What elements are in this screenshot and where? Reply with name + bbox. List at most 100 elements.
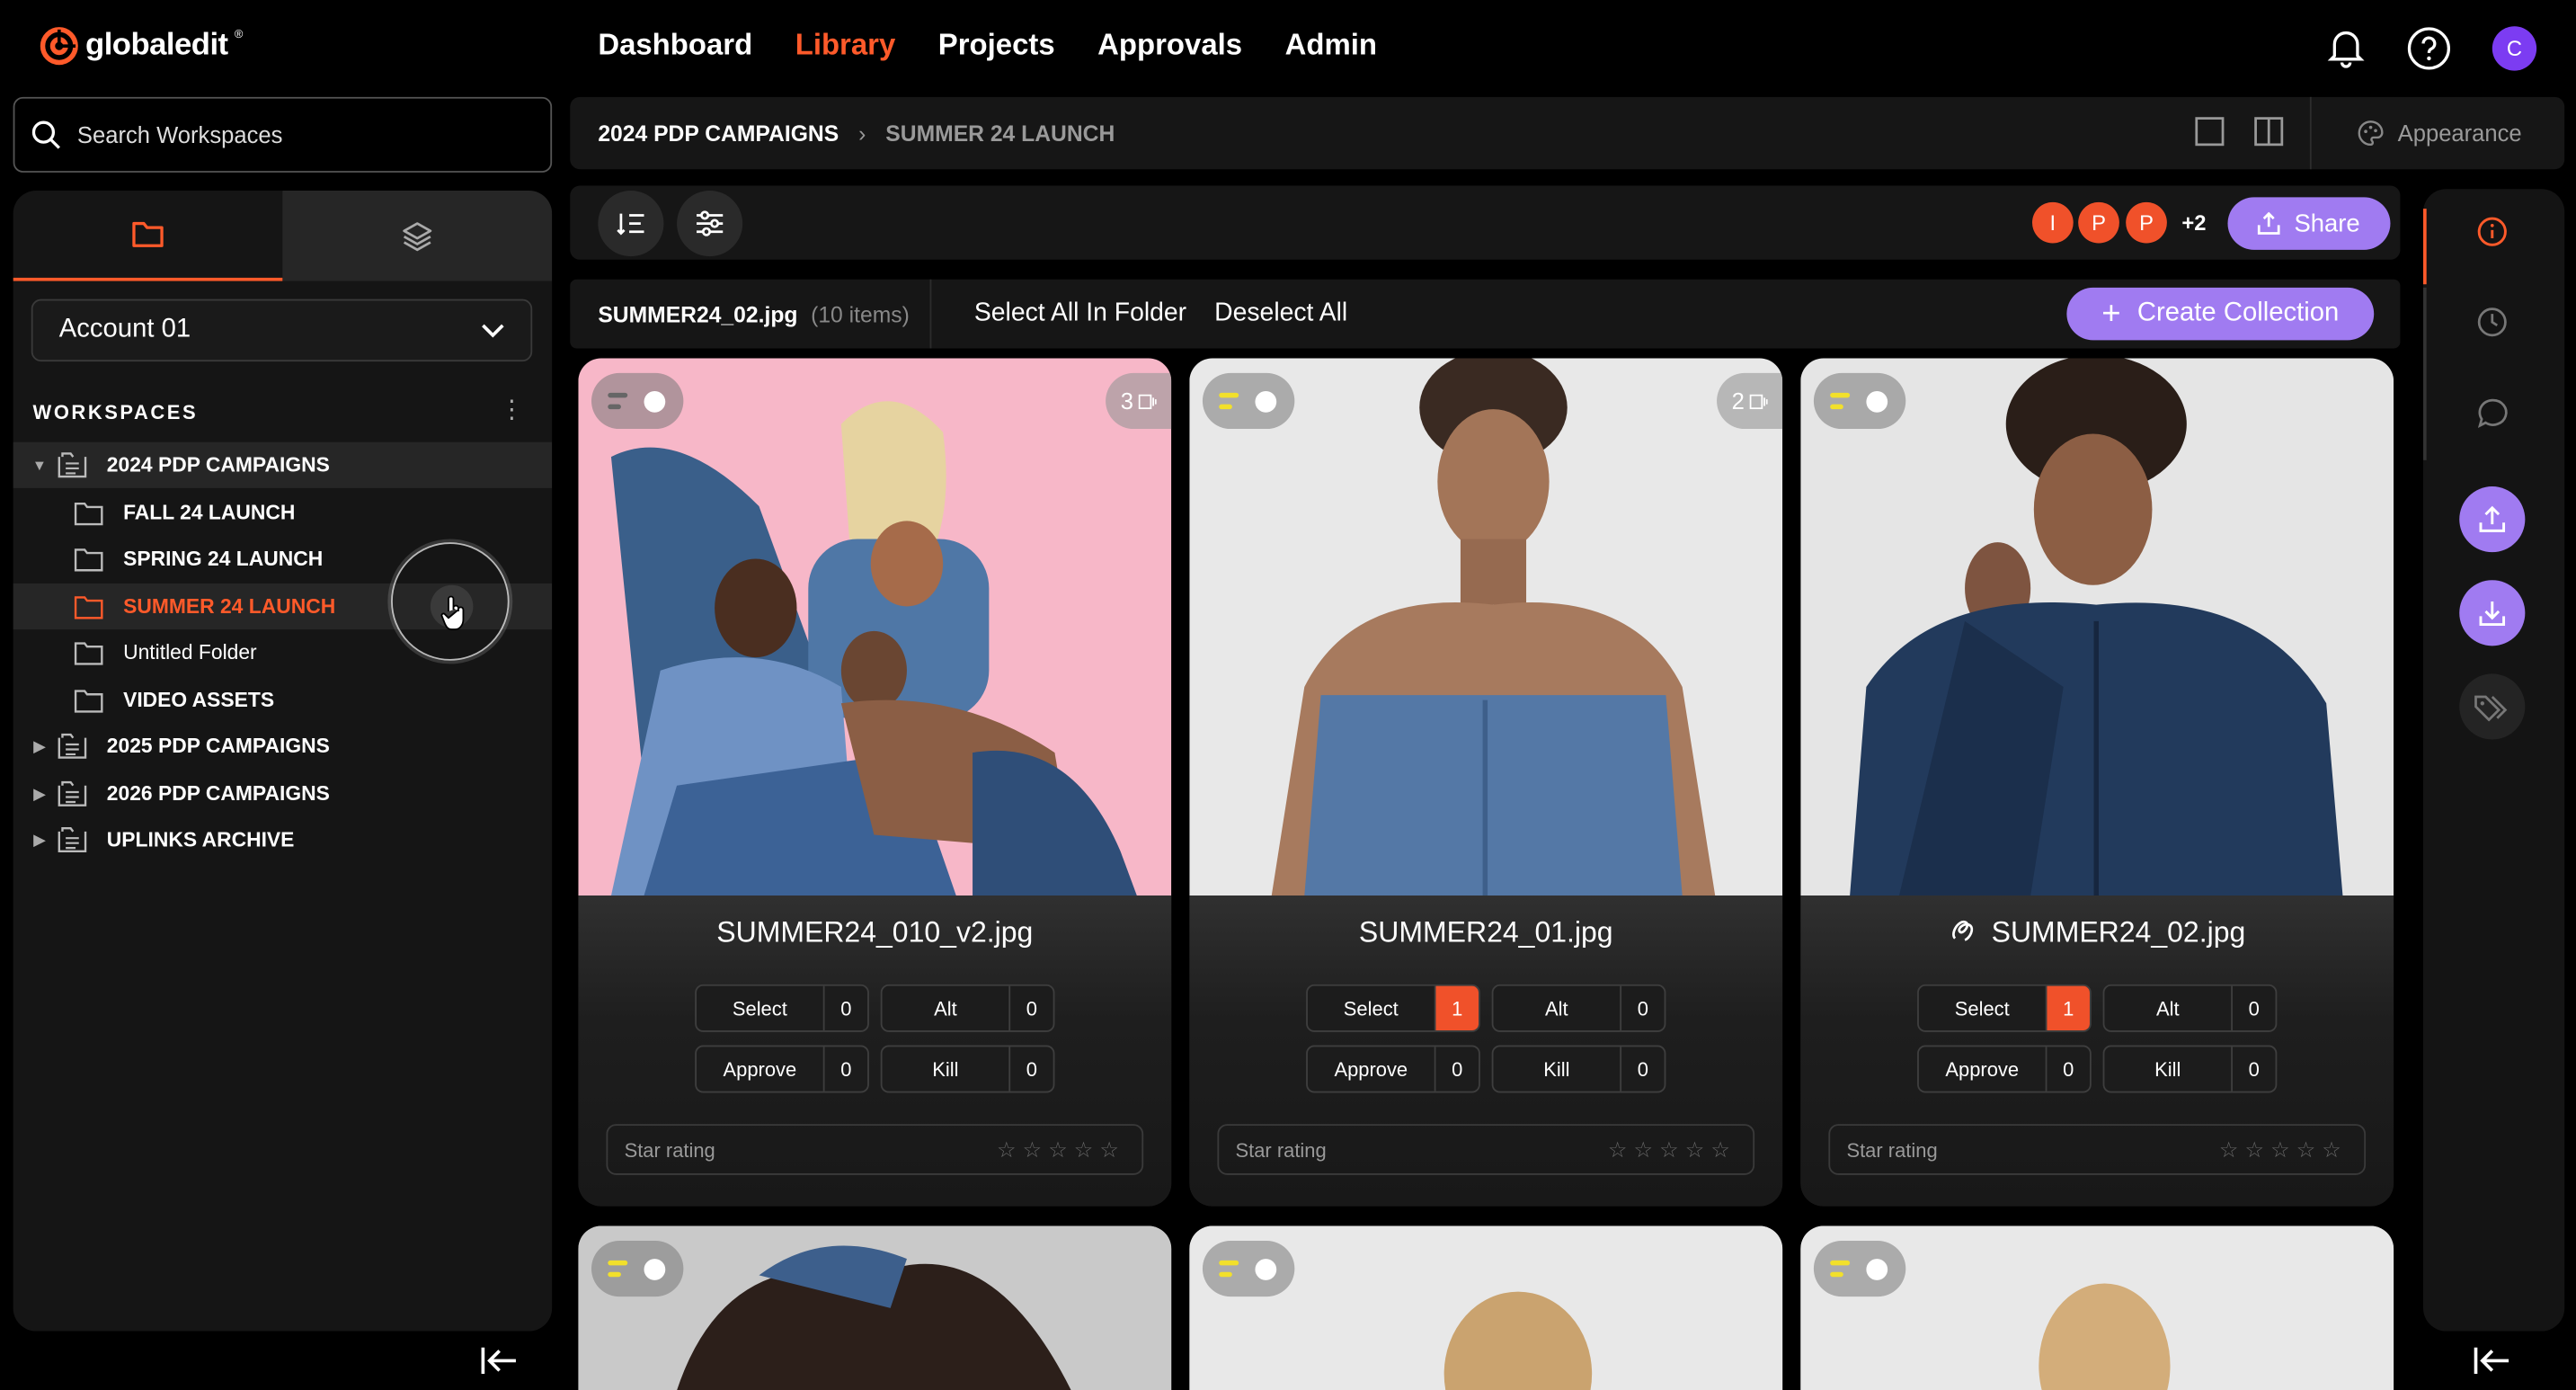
photo-denim-jacket-image	[1800, 358, 2394, 896]
info-icon[interactable]	[2459, 199, 2525, 264]
approve-vote-button[interactable]: Approve 0	[1917, 1045, 2092, 1093]
workspaces-more-icon[interactable]: ⋮	[500, 395, 524, 424]
nav-admin[interactable]: Admin	[1285, 28, 1377, 62]
versions-icon	[1749, 393, 1768, 409]
tree-item-2025-pdp-campaigns[interactable]: ▶ 2025 PDP CAMPAIGNS	[13, 723, 553, 769]
hand-cursor-icon	[440, 595, 465, 630]
asset-thumbnail[interactable]	[1800, 358, 2394, 896]
collaborator-avatar[interactable]: I	[2032, 201, 2074, 244]
kill-vote-button[interactable]: Kill 0	[1491, 1045, 1666, 1093]
select-vote-button[interactable]: Select 1	[1917, 984, 2092, 1032]
account-select[interactable]: Account 01	[31, 298, 533, 362]
download-button[interactable]	[2459, 580, 2526, 646]
alt-vote-button[interactable]: Alt 0	[2102, 984, 2278, 1032]
nav-library[interactable]: Library	[795, 28, 896, 62]
selected-file: SUMMER24_02.jpg (10 items)	[570, 279, 932, 349]
kill-vote-button[interactable]: Kill 0	[880, 1045, 1055, 1093]
appearance-button[interactable]: Appearance	[2310, 96, 2564, 170]
stars-icon[interactable]: ☆☆☆☆☆	[997, 1136, 1125, 1163]
share-button[interactable]: Share	[2227, 197, 2391, 250]
folder-icon	[74, 546, 107, 572]
search-workspaces-input[interactable]: Search Workspaces	[13, 96, 553, 173]
select-all-button[interactable]: Select All In Folder	[974, 299, 1186, 329]
single-view-icon[interactable]	[2176, 116, 2245, 150]
asset-card[interactable]	[578, 1225, 1172, 1390]
select-vote-button[interactable]: Select 1	[1306, 984, 1480, 1032]
version-count-value: 2	[1731, 388, 1745, 414]
status-dot	[1866, 390, 1888, 412]
status-toggle[interactable]	[1202, 1240, 1295, 1297]
star-rating[interactable]: Star rating ☆☆☆☆☆	[606, 1124, 1144, 1175]
tree-item-video-assets[interactable]: VIDEO ASSETS	[13, 677, 553, 723]
caret-right-icon[interactable]: ▶	[28, 737, 51, 755]
tree-item-label: 2025 PDP CAMPAIGNS	[106, 735, 330, 758]
create-collection-button[interactable]: + Create Collection	[2066, 287, 2375, 341]
history-icon[interactable]	[2459, 290, 2525, 355]
kill-vote-button[interactable]: Kill 0	[2102, 1045, 2278, 1093]
nav-projects[interactable]: Projects	[938, 28, 1055, 62]
collaborator-avatar[interactable]: P	[2078, 201, 2119, 244]
version-count[interactable]: 3	[1106, 372, 1172, 430]
upload-button[interactable]	[2459, 486, 2526, 553]
star-rating[interactable]: Star rating ☆☆☆☆☆	[1217, 1124, 1755, 1175]
vote-count: 0	[1026, 996, 1037, 1020]
tree-item-fall-24-launch[interactable]: FALL 24 LAUNCH	[13, 490, 553, 536]
select-vote-button[interactable]: Select 0	[695, 984, 869, 1032]
status-toggle[interactable]	[1813, 372, 1906, 430]
tab-folders[interactable]	[13, 191, 283, 281]
item-count: (10 items)	[811, 301, 910, 326]
version-count[interactable]: 2	[1717, 372, 1783, 430]
asset-card[interactable]: 2 SUMMER24_01.jpg Select 1 Alt 0 Approve 0 …	[1189, 358, 1783, 1207]
share-icon	[2258, 211, 2281, 235]
tree-item-label: 2026 PDP CAMPAIGNS	[106, 782, 330, 806]
tags-button[interactable]	[2459, 673, 2526, 740]
approve-vote-button[interactable]: Approve 0	[695, 1045, 869, 1093]
asset-card[interactable]: SUMMER24_02.jpg Select 1 Alt 0 Approve 0 Ki…	[1800, 358, 2394, 1207]
tab-layers[interactable]	[282, 191, 553, 281]
star-rating[interactable]: Star rating ☆☆☆☆☆	[1828, 1124, 2367, 1175]
logo[interactable]: globaledit ®	[40, 23, 243, 69]
breadcrumb-root[interactable]: 2024 PDP CAMPAIGNS	[598, 120, 839, 145]
caret-right-icon[interactable]: ▶	[28, 831, 51, 849]
more-collaborators[interactable]: +2	[2181, 210, 2206, 235]
asset-card[interactable]: 3 SUMMER24_010_v2.jpg Select 0 Alt 0 Appro…	[578, 358, 1172, 1207]
alt-vote-button[interactable]: Alt 0	[1491, 984, 1666, 1032]
notifications-bell-icon[interactable]	[2323, 24, 2369, 70]
filter-button[interactable]	[677, 191, 743, 257]
alt-vote-button[interactable]: Alt 0	[880, 984, 1055, 1032]
workspace-panel: Account 01 WORKSPACES ⋮ ▼ 2024 PDP CAMPA…	[13, 191, 553, 1332]
rail-scrollbar[interactable]	[2423, 287, 2427, 460]
asset-card[interactable]	[1800, 1225, 2394, 1390]
comments-icon[interactable]	[2459, 379, 2525, 445]
caret-down-icon[interactable]: ▼	[28, 457, 51, 473]
nav-dashboard[interactable]: Dashboard	[598, 28, 752, 62]
collaborator-avatar[interactable]: P	[2126, 201, 2167, 244]
split-view-icon[interactable]	[2245, 116, 2311, 150]
stars-icon[interactable]: ☆☆☆☆☆	[1608, 1136, 1737, 1163]
vote-label: Alt	[1493, 985, 1622, 1031]
caret-right-icon[interactable]: ▶	[28, 785, 51, 803]
asset-thumbnail[interactable]	[578, 358, 1172, 896]
tree-item-uplinks-archive[interactable]: ▶ UPLINKS ARCHIVE	[13, 816, 553, 862]
vote-label: Select	[1308, 985, 1436, 1031]
nav-approvals[interactable]: Approvals	[1097, 28, 1242, 62]
status-toggle[interactable]	[1813, 1240, 1906, 1297]
approve-vote-button[interactable]: Approve 0	[1306, 1045, 1480, 1093]
collapse-sidebar-icon[interactable]	[480, 1344, 520, 1387]
asset-thumbnail[interactable]	[1189, 358, 1783, 896]
sort-button[interactable]	[598, 191, 664, 257]
tree-item-2024-pdp-campaigns[interactable]: ▼ 2024 PDP CAMPAIGNS	[13, 441, 553, 488]
tree-item-label: VIDEO ASSETS	[123, 688, 275, 712]
status-toggle[interactable]	[1202, 372, 1295, 430]
user-avatar[interactable]: C	[2492, 26, 2537, 71]
collapse-rail-icon[interactable]	[2473, 1344, 2512, 1387]
status-toggle[interactable]	[591, 372, 684, 430]
stars-icon[interactable]: ☆☆☆☆☆	[2219, 1136, 2348, 1163]
deselect-all-button[interactable]: Deselect All	[1214, 299, 1347, 329]
asset-card[interactable]	[1189, 1225, 1783, 1390]
help-icon[interactable]	[2405, 24, 2451, 70]
label-lines-icon	[608, 1260, 628, 1278]
tree-item-2026-pdp-campaigns[interactable]: ▶ 2026 PDP CAMPAIGNS	[13, 771, 553, 816]
asset-title: SUMMER24_02.jpg	[1800, 915, 2394, 949]
status-toggle[interactable]	[591, 1240, 684, 1297]
